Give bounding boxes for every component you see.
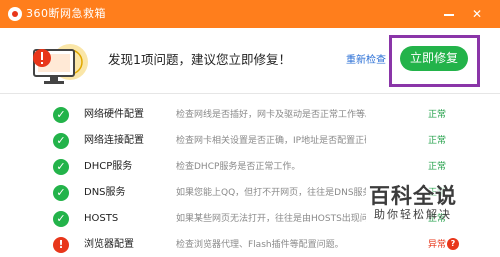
list-item: ✓ DHCP服务 检查DHCP服务是否正常工作。 正常 [0,155,500,179]
item-name: 网络连接配置 [84,135,144,146]
list-item: ✓ 网络硬件配置 检查网线是否插好，网卡及驱动是否正常工作等。 正常 [0,103,500,127]
item-description: 检查DHCP服务是否正常工作。 [176,162,301,172]
result-header: 发现1项问题，建议您立即修复！ 重新检查 立即修复 [0,28,500,93]
list-item: ✓ 网络连接配置 检查网卡相关设置是否正确，IP地址是否配置正确。 正常 [0,129,500,153]
title-bar: 360断网急救箱 ✕ [0,0,500,28]
item-description: 检查网卡相关设置是否正确，IP地址是否配置正确。 [176,136,366,146]
item-description: 如果您能上QQ，但打不开网页，往往是DNS服务问题。 [176,188,366,198]
item-status: 正常 [428,136,447,146]
check-ok-icon: ✓ [53,107,69,123]
item-status: 异常 [428,240,447,250]
check-ok-icon: ✓ [53,211,69,227]
item-name: DHCP服务 [84,161,133,172]
window-title: 360断网急救箱 [26,7,106,20]
item-name: DNS服务 [84,187,126,198]
item-name: HOSTS [84,213,119,224]
monitor-warning-icon [33,44,88,84]
check-ok-icon: ✓ [53,133,69,149]
check-ok-icon: ✓ [53,159,69,175]
check-ok-icon: ✓ [53,185,69,201]
item-name: 网络硬件配置 [84,109,144,120]
app-logo-icon [8,7,22,21]
item-status: 正常 [428,214,447,224]
recheck-link[interactable]: 重新检查 [346,54,386,68]
item-description: 检查浏览器代理、Flash插件等配置问题。 [176,240,344,250]
item-description: 如果某些网页无法打开，往往是由HOSTS出现问题。 [176,214,366,224]
item-status: 正常 [428,162,447,172]
list-item: ✓ HOSTS 如果某些网页无法打开，往往是由HOSTS出现问题。 正常 [0,207,500,231]
list-item: ! 浏览器配置 检查浏览器代理、Flash插件等配置问题。 异常 ? [0,233,500,257]
check-list: ✓ 网络硬件配置 检查网线是否插好，网卡及驱动是否正常工作等。 正常 ✓ 网络连… [0,93,500,257]
close-icon[interactable]: ✕ [470,7,484,21]
list-item: ✓ DNS服务 如果您能上QQ，但打不开网页，往往是DNS服务问题。 正常 [0,181,500,205]
minimize-icon[interactable] [442,7,456,21]
fix-now-button[interactable]: 立即修复 [400,46,468,71]
item-description: 检查网线是否插好，网卡及驱动是否正常工作等。 [176,110,366,120]
problem-summary: 发现1项问题，建议您立即修复！ [108,52,291,67]
help-icon[interactable]: ? [447,238,459,250]
item-name: 浏览器配置 [84,239,134,250]
warning-icon: ! [53,237,69,253]
item-status: 正常 [428,110,447,120]
item-status: 正常 [428,188,447,198]
